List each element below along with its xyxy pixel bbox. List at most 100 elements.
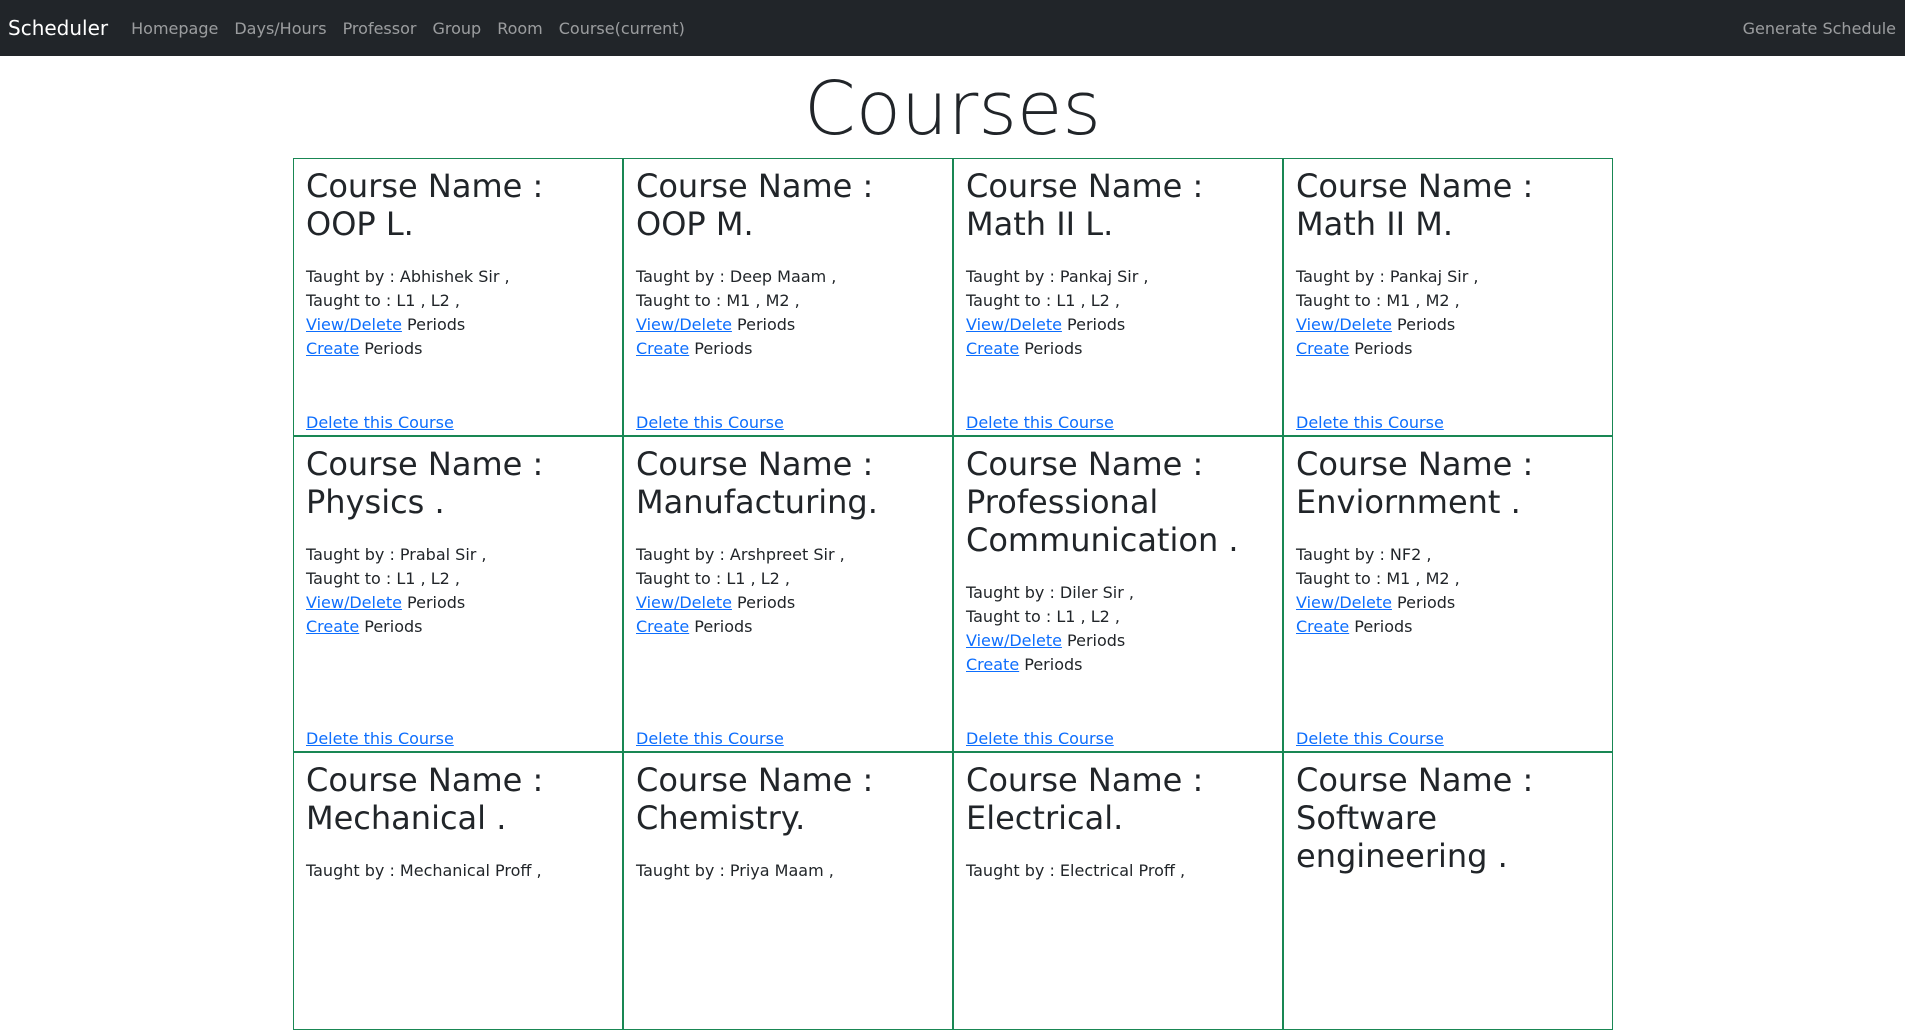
taught-by: Taught by : Pankaj Sir , <box>966 267 1149 286</box>
periods-label: Periods <box>359 617 423 636</box>
taught-by: Taught by : Arshpreet Sir , <box>636 545 845 564</box>
taught-by: Taught by : Abhishek Sir , <box>306 267 510 286</box>
view-delete-periods-link[interactable]: View/Delete <box>306 593 402 612</box>
card-spacer <box>966 677 1270 727</box>
create-periods-line: Create Periods <box>306 337 610 361</box>
taught-by: Taught by : Deep Maam , <box>636 267 837 286</box>
create-periods-link[interactable]: Create <box>636 617 689 636</box>
card-spacer <box>306 361 610 411</box>
delete-course-link[interactable]: Delete this Course <box>1296 727 1600 751</box>
view-delete-periods-link[interactable]: View/Delete <box>306 315 402 334</box>
periods-label: Periods <box>1061 631 1126 650</box>
course-card: Course Name : Manufacturing. Taught by : … <box>623 436 953 752</box>
view-periods-line: View/Delete Periods <box>966 313 1270 337</box>
create-periods-link[interactable]: Create <box>1296 339 1349 358</box>
taught-to: Taught to : L1 , L2 , <box>636 569 790 588</box>
periods-label: Periods <box>689 339 753 358</box>
delete-course-link[interactable]: Delete this Course <box>636 411 940 435</box>
create-periods-link[interactable]: Create <box>966 339 1019 358</box>
course-title: Course Name : Electrical. <box>966 761 1204 837</box>
view-periods-line: View/Delete Periods <box>636 313 940 337</box>
course-title: Course Name : Math II L. <box>966 167 1204 243</box>
brand-link[interactable]: Scheduler <box>8 16 108 40</box>
course-title: Course Name : Manufacturing. <box>636 445 878 521</box>
delete-course-link[interactable]: Delete this Course <box>966 727 1270 751</box>
view-delete-periods-link[interactable]: View/Delete <box>966 315 1062 334</box>
periods-label: Periods <box>689 617 753 636</box>
create-periods-line: Create Periods <box>966 337 1270 361</box>
taught-by: Taught by : NF2 , <box>1296 545 1432 564</box>
nav-days-hours[interactable]: Days/Hours <box>234 19 326 38</box>
nav-homepage[interactable]: Homepage <box>131 19 218 38</box>
create-periods-line: Create Periods <box>966 653 1270 677</box>
view-periods-line: View/Delete Periods <box>306 591 610 615</box>
periods-label: Periods <box>731 593 796 612</box>
periods-label: Periods <box>401 593 466 612</box>
taught-to: Taught to : M1 , M2 , <box>636 291 800 310</box>
periods-label: Periods <box>359 339 423 358</box>
nav-professor[interactable]: Professor <box>343 19 417 38</box>
view-periods-line: View/Delete Periods <box>966 629 1270 653</box>
card-spacer <box>306 639 610 727</box>
course-title: Course Name : Mechanical . <box>306 761 544 837</box>
periods-label: Periods <box>1349 617 1413 636</box>
create-periods-link[interactable]: Create <box>966 655 1019 674</box>
view-delete-periods-link[interactable]: View/Delete <box>636 593 732 612</box>
course-title: Course Name : Professional Communication… <box>966 445 1239 559</box>
nav-course-current[interactable]: Course(current) <box>559 19 685 38</box>
course-card: Course Name : Chemistry. Taught by : Priy… <box>623 752 953 1030</box>
delete-course-link[interactable]: Delete this Course <box>966 411 1270 435</box>
course-card: Course Name : Math II M. Taught by : Pank… <box>1283 158 1613 436</box>
create-periods-line: Create Periods <box>1296 337 1600 361</box>
course-title: Course Name : OOP L. <box>306 167 544 243</box>
taught-to: Taught to : L1 , L2 , <box>966 607 1120 626</box>
create-periods-link[interactable]: Create <box>636 339 689 358</box>
nav-group[interactable]: Group <box>432 19 481 38</box>
taught-to: Taught to : L1 , L2 , <box>966 291 1120 310</box>
taught-by: Taught by : Mechanical Proff , <box>306 861 542 880</box>
view-delete-periods-link[interactable]: View/Delete <box>1296 593 1392 612</box>
course-title: Course Name : OOP M. <box>636 167 874 243</box>
view-periods-line: View/Delete Periods <box>1296 591 1600 615</box>
card-spacer <box>1296 361 1600 411</box>
nav-room[interactable]: Room <box>497 19 543 38</box>
card-spacer <box>636 361 940 411</box>
periods-label: Periods <box>1349 339 1413 358</box>
view-periods-line: View/Delete Periods <box>636 591 940 615</box>
periods-label: Periods <box>1019 655 1083 674</box>
view-delete-periods-link[interactable]: View/Delete <box>966 631 1062 650</box>
taught-by: Taught by : Diler Sir , <box>966 583 1134 602</box>
create-periods-link[interactable]: Create <box>1296 617 1349 636</box>
delete-course-link[interactable]: Delete this Course <box>636 727 940 751</box>
course-title: Course Name : Enviornment . <box>1296 445 1534 521</box>
create-periods-link[interactable]: Create <box>306 617 359 636</box>
course-title: Course Name : Software engineering . <box>1296 761 1534 875</box>
create-periods-line: Create Periods <box>1296 615 1600 639</box>
course-card: Course Name : Physics . Taught by : Praba… <box>293 436 623 752</box>
course-card: Course Name : Enviornment . Taught by : N… <box>1283 436 1613 752</box>
taught-to: Taught to : M1 , M2 , <box>1296 569 1460 588</box>
course-card: Course Name : Mechanical . Taught by : Me… <box>293 752 623 1030</box>
delete-course-link[interactable]: Delete this Course <box>306 411 610 435</box>
taught-to: Taught to : L1 , L2 , <box>306 291 460 310</box>
course-title: Course Name : Math II M. <box>1296 167 1534 243</box>
course-card: Course Name : OOP M. Taught by : Deep Maa… <box>623 158 953 436</box>
nav-links: Homepage Days/Hours Professor Group Room… <box>123 19 693 38</box>
taught-by: Taught by : Prabal Sir , <box>306 545 487 564</box>
delete-course-link[interactable]: Delete this Course <box>1296 411 1600 435</box>
create-periods-line: Create Periods <box>636 337 940 361</box>
view-delete-periods-link[interactable]: View/Delete <box>636 315 732 334</box>
periods-label: Periods <box>1019 339 1083 358</box>
create-periods-link[interactable]: Create <box>306 339 359 358</box>
create-periods-line: Create Periods <box>306 615 610 639</box>
card-spacer <box>1296 639 1600 727</box>
periods-label: Periods <box>401 315 466 334</box>
navbar: Scheduler Homepage Days/Hours Professor … <box>0 0 1905 56</box>
view-delete-periods-link[interactable]: View/Delete <box>1296 315 1392 334</box>
periods-label: Periods <box>1061 315 1126 334</box>
delete-course-link[interactable]: Delete this Course <box>306 727 610 751</box>
generate-schedule-link[interactable]: Generate Schedule <box>1743 19 1896 38</box>
course-title: Course Name : Chemistry. <box>636 761 874 837</box>
page-title: Courses <box>804 66 1101 152</box>
taught-by: Taught by : Pankaj Sir , <box>1296 267 1479 286</box>
